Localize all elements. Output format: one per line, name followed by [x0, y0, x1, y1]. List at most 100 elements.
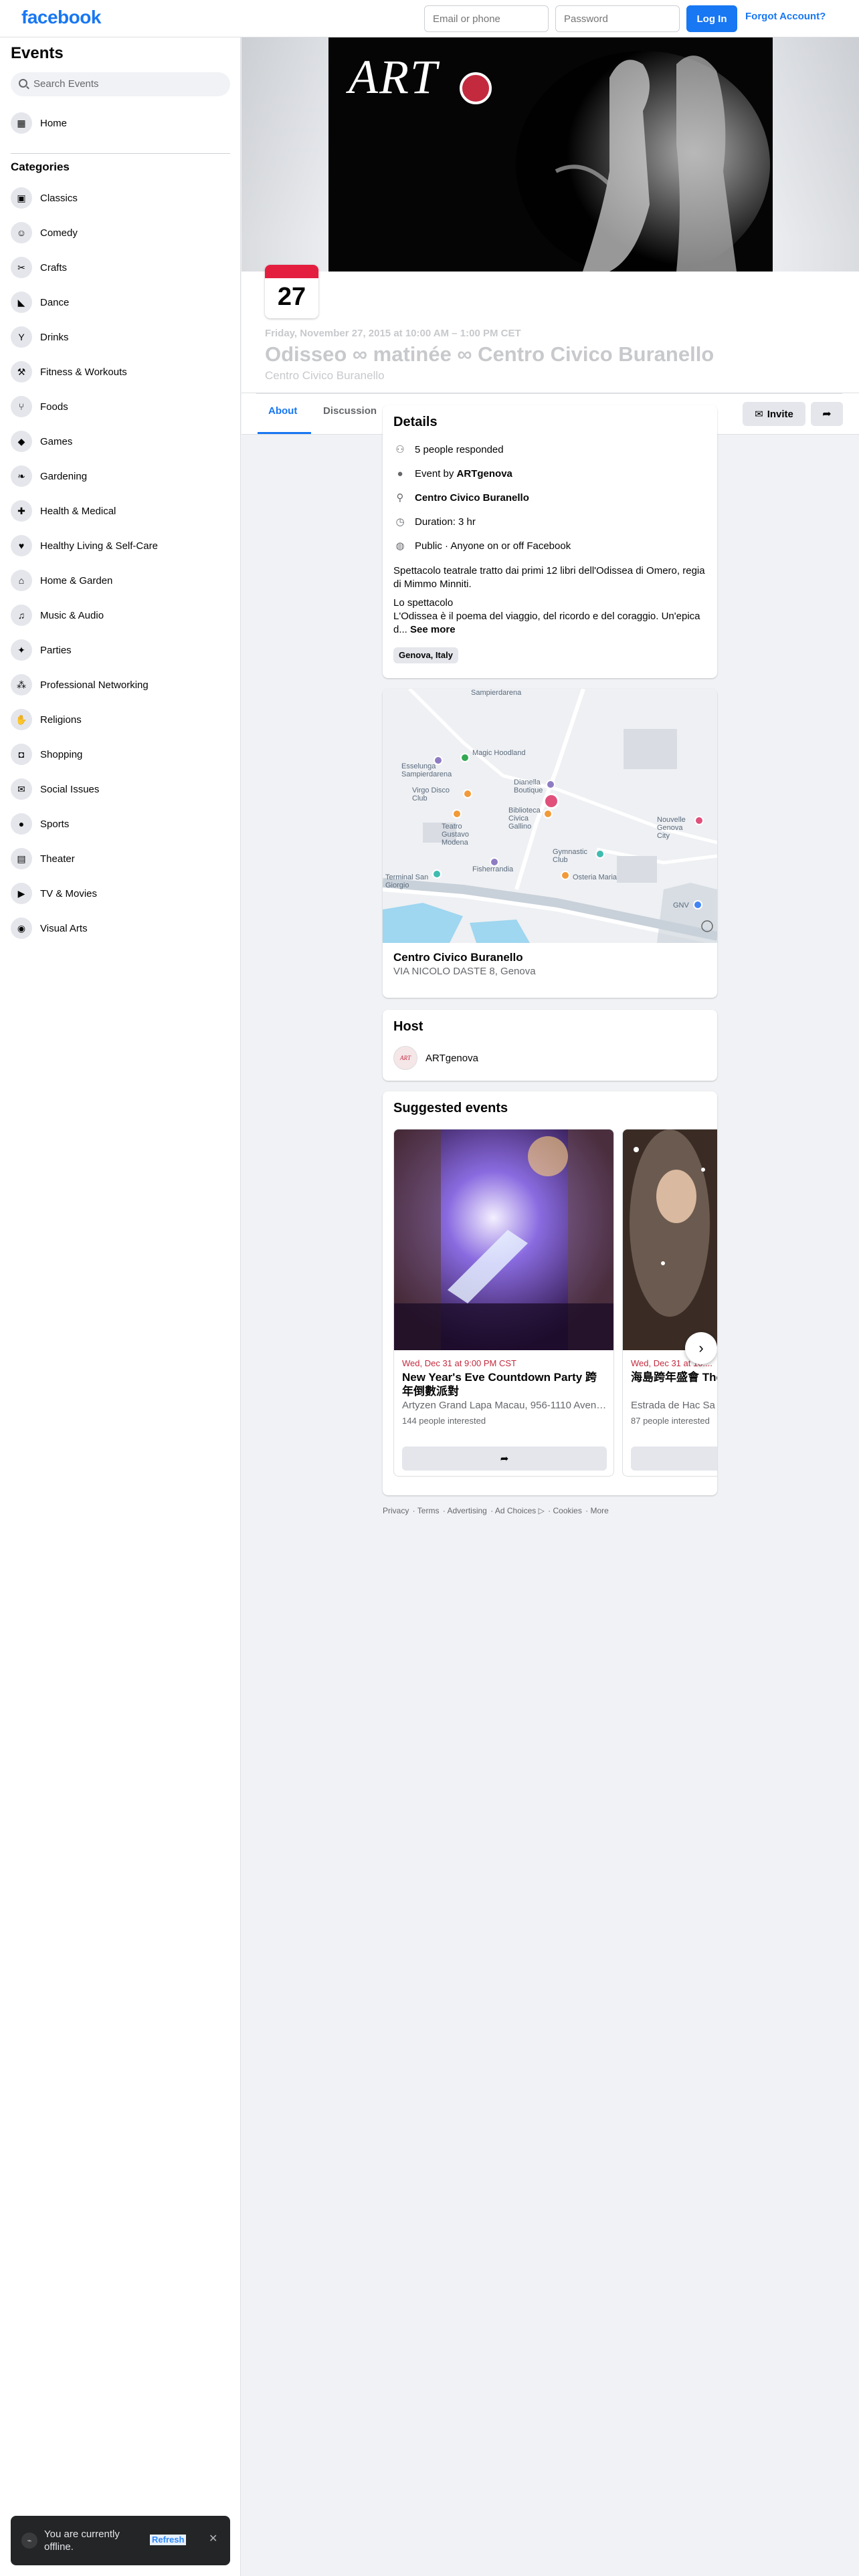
sidebar-item-label: Crafts [40, 261, 68, 274]
leaf-icon: ❧ [11, 465, 32, 487]
map-pin [460, 753, 470, 762]
suggested-event-location: Artyzen Grand Lapa Macau, 956-1110 Aveni… [402, 1400, 607, 1411]
sidebar-item-label: Healthy Living & Self-Care [40, 540, 158, 552]
suggested-share-button[interactable]: ➦ [402, 1446, 607, 1471]
sidebar-item-category[interactable]: ▤ Theater [5, 844, 235, 873]
host-row[interactable]: ART ARTgenova [393, 1046, 478, 1070]
event-location[interactable]: Centro Civico Buranello [265, 369, 385, 383]
password-field[interactable] [555, 5, 680, 32]
sidebar-item-category[interactable]: ⌂ Home & Garden [5, 566, 235, 595]
venue-map-marker[interactable] [543, 793, 559, 809]
carousel-next-button[interactable]: › [685, 1332, 717, 1364]
chat-icon: ✉ [11, 778, 32, 800]
dumbbell-icon: ⚒ [11, 361, 32, 383]
location-tag[interactable]: Genova, Italy [393, 647, 458, 663]
login-button[interactable]: Log In [686, 5, 737, 32]
footer-link-terms[interactable]: Terms [417, 1506, 440, 1515]
suggested-event-interested: 144 people interested [402, 1416, 486, 1426]
bag-icon: ◘ [11, 744, 32, 765]
tabs-divider [256, 393, 842, 394]
refresh-link[interactable]: Refresh [150, 2535, 187, 2545]
suggested-event-card[interactable]: Wed, Dec 31 at 10:... 海島跨年盛會 The Finale … [622, 1129, 717, 1477]
sidebar-item-category[interactable]: ✉ Social Issues [5, 774, 235, 804]
suggested-event-card[interactable]: Wed, Dec 31 at 9:00 PM CST New Year's Ev… [393, 1129, 614, 1477]
email-field[interactable] [424, 5, 549, 32]
sidebar-item-category[interactable]: ▣ Classics [5, 183, 235, 213]
sidebar-item-category[interactable]: ✚ Health & Medical [5, 496, 235, 526]
sidebar-item-label: Games [40, 435, 73, 447]
calendar-icon: ▦ [11, 112, 32, 134]
map-pin [561, 871, 570, 880]
music-icon: ♫ [11, 605, 32, 626]
see-more-link[interactable]: See more [410, 624, 456, 635]
venue-link[interactable]: Centro Civico Buranello [415, 492, 529, 504]
footer-link-cookies[interactable]: Cookies [553, 1506, 581, 1515]
sidebar-item-category[interactable]: ✦ Parties [5, 635, 235, 665]
map-label: Terminal San Giorgio [385, 873, 429, 889]
tab-about[interactable]: About [268, 405, 297, 417]
close-icon[interactable]: ✕ [209, 2532, 217, 2545]
footer-link-more[interactable]: More [591, 1506, 609, 1515]
invite-button[interactable]: ✉ Invite [743, 402, 805, 426]
sidebar-item-category[interactable]: ◘ Shopping [5, 740, 235, 769]
forgot-account-link[interactable]: Forgot Account? [745, 11, 826, 22]
sidebar-item-category[interactable]: ☺ Comedy [5, 218, 235, 247]
privacy-text: Public · Anyone on or off Facebook [415, 540, 571, 552]
sidebar-item-category[interactable]: Y Drinks [5, 322, 235, 352]
sidebar-item-label: Parties [40, 644, 72, 656]
sidebar-item-category[interactable]: ● Sports [5, 809, 235, 839]
map-pin [694, 816, 704, 825]
tab-discussion[interactable]: Discussion [323, 405, 377, 417]
cover-photo[interactable]: ART [328, 37, 773, 272]
sidebar-item-category[interactable]: ◆ Games [5, 427, 235, 456]
suggested-event-name: 海島跨年盛會 The Finale [631, 1371, 717, 1384]
house-icon: ⌂ [11, 570, 32, 591]
sidebar-item-category[interactable]: ◉ Visual Arts [5, 914, 235, 943]
sidebar-item-label: Comedy [40, 227, 78, 239]
sidebar-item-label: Drinks [40, 331, 69, 343]
search-events-input[interactable]: Search Events [11, 72, 230, 96]
sidebar-item-category[interactable]: ❧ Gardening [5, 461, 235, 491]
sidebar-item-category[interactable]: ♫ Music & Audio [5, 601, 235, 630]
map-label: Magic Hoodland [472, 749, 526, 757]
offline-message: You are currently offline. [44, 2529, 120, 2553]
location-map[interactable]: Magic Hoodland Sampierdarena Esselunga S… [383, 689, 717, 943]
sidebar-item-label: Visual Arts [40, 922, 88, 934]
categories-heading: Categories [11, 160, 70, 173]
top-navigation-bar: facebook Log In Forgot Account? [0, 0, 859, 37]
facebook-logo[interactable]: facebook [21, 7, 101, 28]
sidebar-item-category[interactable]: ▶ TV & Movies [5, 879, 235, 908]
venue-row: ⚲ Centro Civico Buranello [393, 491, 529, 504]
network-icon: ⁂ [11, 674, 32, 695]
event-photo [394, 1130, 613, 1350]
sidebar-item-label: Religions [40, 714, 82, 726]
search-icon [19, 79, 27, 88]
suggested-share-button[interactable]: ➦ [631, 1446, 717, 1471]
sidebar-item-category[interactable]: ♥ Healthy Living & Self-Care [5, 531, 235, 560]
footer-link-ad-choices[interactable]: Ad Choices ▷ [495, 1506, 545, 1515]
suggested-event-date: Wed, Dec 31 at 9:00 PM CST [402, 1358, 516, 1368]
sidebar-item-home[interactable]: ▦ Home [5, 108, 235, 138]
map-label: Dianella Boutique [514, 778, 543, 794]
sidebar-item-category[interactable]: ⑂ Foods [5, 392, 235, 421]
stopwatch-icon: ◷ [395, 516, 405, 528]
suggested-event-location: Estrada de Hac Sa [631, 1400, 715, 1411]
footer-link-privacy[interactable]: Privacy [383, 1506, 409, 1515]
footer-link-advertising[interactable]: Advertising [447, 1506, 486, 1515]
sidebar-item-category[interactable]: ◣ Dance [5, 288, 235, 317]
responded-row: ⚇ 5 people responded [393, 443, 503, 456]
map-pin [452, 809, 462, 819]
sidebar-item-label: Sports [40, 818, 70, 830]
details-title: Details [393, 415, 438, 429]
sidebar-item-category[interactable]: ⁂ Professional Networking [5, 670, 235, 700]
sidebar-item-category[interactable]: ✋ Religions [5, 705, 235, 734]
map-label: Nouvelle Genova City [657, 816, 686, 840]
location-name[interactable]: Centro Civico Buranello [393, 951, 523, 964]
sidebar-item-category[interactable]: ⚒ Fitness & Workouts [5, 357, 235, 387]
event-by-link[interactable]: ARTgenova [457, 468, 512, 479]
sidebar-item-label: Home [40, 117, 68, 129]
share-button[interactable]: ➦ [811, 402, 843, 426]
sidebar-item-category[interactable]: ✂ Crafts [5, 253, 235, 282]
map-label: Fisherrandia [472, 865, 514, 873]
suggested-event-name: New Year's Eve Countdown Party 跨年倒數派對 [402, 1371, 597, 1398]
